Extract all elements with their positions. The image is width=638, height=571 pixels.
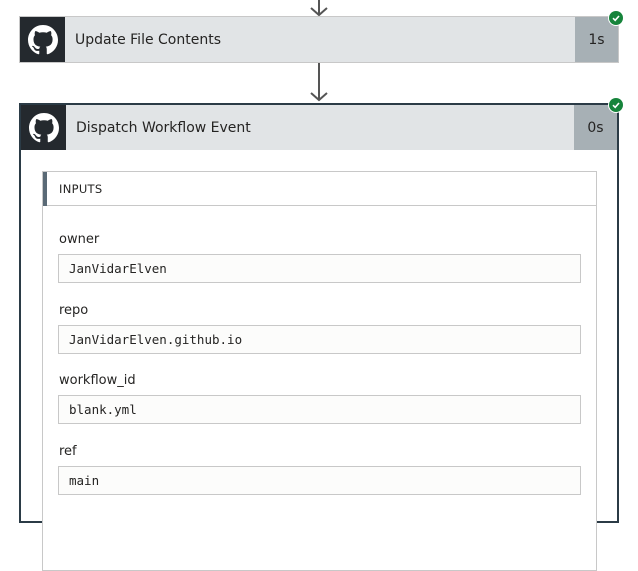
field-value-workflow-id: blank.yml bbox=[69, 402, 137, 417]
section-accent-bar bbox=[43, 172, 47, 206]
step-title: Dispatch Workflow Event bbox=[76, 120, 251, 136]
inputs-section-title: INPUTS bbox=[59, 182, 103, 196]
field-ref[interactable]: main bbox=[58, 466, 581, 495]
github-logo-icon bbox=[20, 17, 65, 62]
field-value-ref: main bbox=[69, 473, 100, 488]
connector-arrow bbox=[310, 63, 328, 102]
step-header[interactable]: Dispatch Workflow Event 0s bbox=[21, 105, 617, 150]
success-check-icon bbox=[608, 10, 624, 26]
inputs-panel: INPUTS owner JanVidarElven repo JanVidar… bbox=[42, 171, 597, 571]
field-label-repo: repo bbox=[59, 303, 89, 318]
step-card-dispatch-workflow-event[interactable]: Dispatch Workflow Event 0s INPUTS owner … bbox=[19, 103, 619, 571]
success-check-icon bbox=[608, 97, 624, 113]
github-logo-icon bbox=[21, 105, 66, 150]
field-value-owner: JanVidarElven bbox=[69, 261, 167, 276]
field-label-workflow-id: workflow_id bbox=[59, 373, 136, 388]
step-duration-badge: 0s bbox=[574, 105, 617, 150]
field-value-repo: JanVidarElven.github.io bbox=[69, 332, 243, 347]
field-label-ref: ref bbox=[59, 444, 77, 459]
field-label-owner: owner bbox=[59, 232, 100, 247]
field-repo[interactable]: JanVidarElven.github.io bbox=[58, 325, 581, 354]
step-header[interactable]: Update File Contents 1s bbox=[20, 17, 618, 62]
inputs-section-header[interactable]: INPUTS bbox=[43, 172, 596, 206]
step-title: Update File Contents bbox=[75, 32, 222, 48]
field-workflow-id[interactable]: blank.yml bbox=[58, 395, 581, 424]
field-owner[interactable]: JanVidarElven bbox=[58, 254, 581, 283]
step-card-update-file-contents[interactable]: Update File Contents 1s bbox=[19, 16, 619, 63]
